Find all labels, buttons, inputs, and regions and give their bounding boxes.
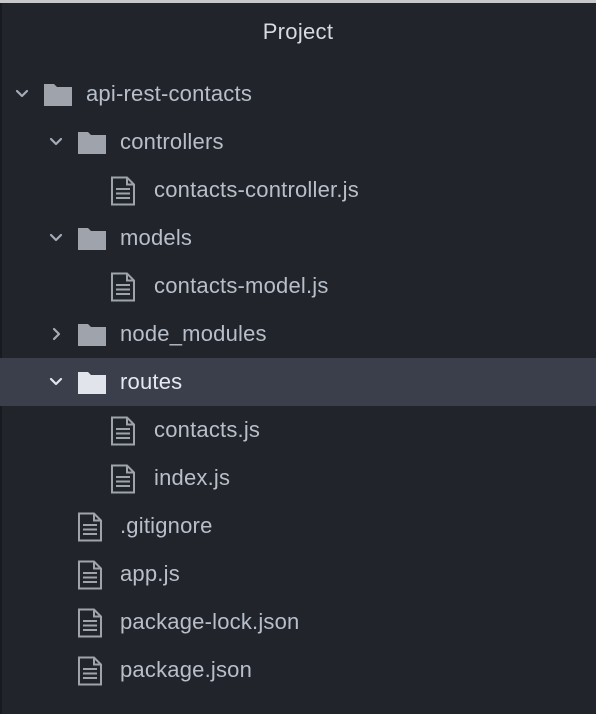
file-text-icon [77, 560, 107, 590]
tree-item-api-rest-contacts[interactable]: api-rest-contacts [0, 70, 596, 118]
tree-item-label: api-rest-contacts [86, 81, 253, 106]
chevron-down-icon[interactable] [12, 84, 32, 104]
folder-icon [77, 223, 107, 253]
file-text-icon [77, 512, 107, 542]
project-tree: api-rest-contacts controllers contacts-c… [0, 70, 596, 694]
folder-icon [43, 79, 73, 109]
tree-item-label: package.json [120, 657, 253, 682]
tree-item-label: app.js [120, 561, 180, 586]
tree-item-label: contacts-controller.js [154, 177, 359, 202]
tree-item-contacts-js[interactable]: contacts.js [0, 406, 596, 454]
tree-item-label: models [120, 225, 193, 250]
tree-item-contacts-controller-js[interactable]: contacts-controller.js [0, 166, 596, 214]
tree-item-gitignore[interactable]: .gitignore [0, 502, 596, 550]
tree-item-controllers[interactable]: controllers [0, 118, 596, 166]
file-text-icon [110, 416, 140, 446]
folder-icon [77, 319, 107, 349]
tree-item-package-lock-json[interactable]: package-lock.json [0, 598, 596, 646]
tree-item-label: .gitignore [120, 513, 213, 538]
file-text-icon [110, 176, 140, 206]
chevron-down-icon[interactable] [46, 132, 66, 152]
tree-item-label: contacts.js [154, 417, 261, 442]
file-text-icon [77, 656, 107, 686]
tree-item-label: contacts-model.js [154, 273, 329, 298]
tree-item-label: routes [120, 369, 183, 394]
tree-item-contacts-model-js[interactable]: contacts-model.js [0, 262, 596, 310]
tree-item-label: index.js [154, 465, 231, 490]
folder-icon [77, 367, 107, 397]
tree-item-label: node_modules [120, 321, 267, 346]
file-text-icon [110, 464, 140, 494]
panel-header: Project [0, 3, 596, 61]
tree-item-package-json[interactable]: package.json [0, 646, 596, 694]
chevron-right-icon[interactable] [46, 324, 66, 344]
tree-item-app-js[interactable]: app.js [0, 550, 596, 598]
file-text-icon [110, 272, 140, 302]
tree-item-label: controllers [120, 129, 224, 154]
tree-item-node-modules[interactable]: node_modules [0, 310, 596, 358]
panel-title: Project [262, 19, 334, 44]
folder-icon [77, 127, 107, 157]
tree-item-label: package-lock.json [120, 609, 300, 634]
chevron-down-icon[interactable] [46, 228, 66, 248]
chevron-down-icon[interactable] [46, 372, 66, 392]
tree-item-index-js[interactable]: index.js [0, 454, 596, 502]
tree-item-models[interactable]: models [0, 214, 596, 262]
tree-item-routes[interactable]: routes [0, 358, 596, 406]
file-text-icon [77, 608, 107, 638]
